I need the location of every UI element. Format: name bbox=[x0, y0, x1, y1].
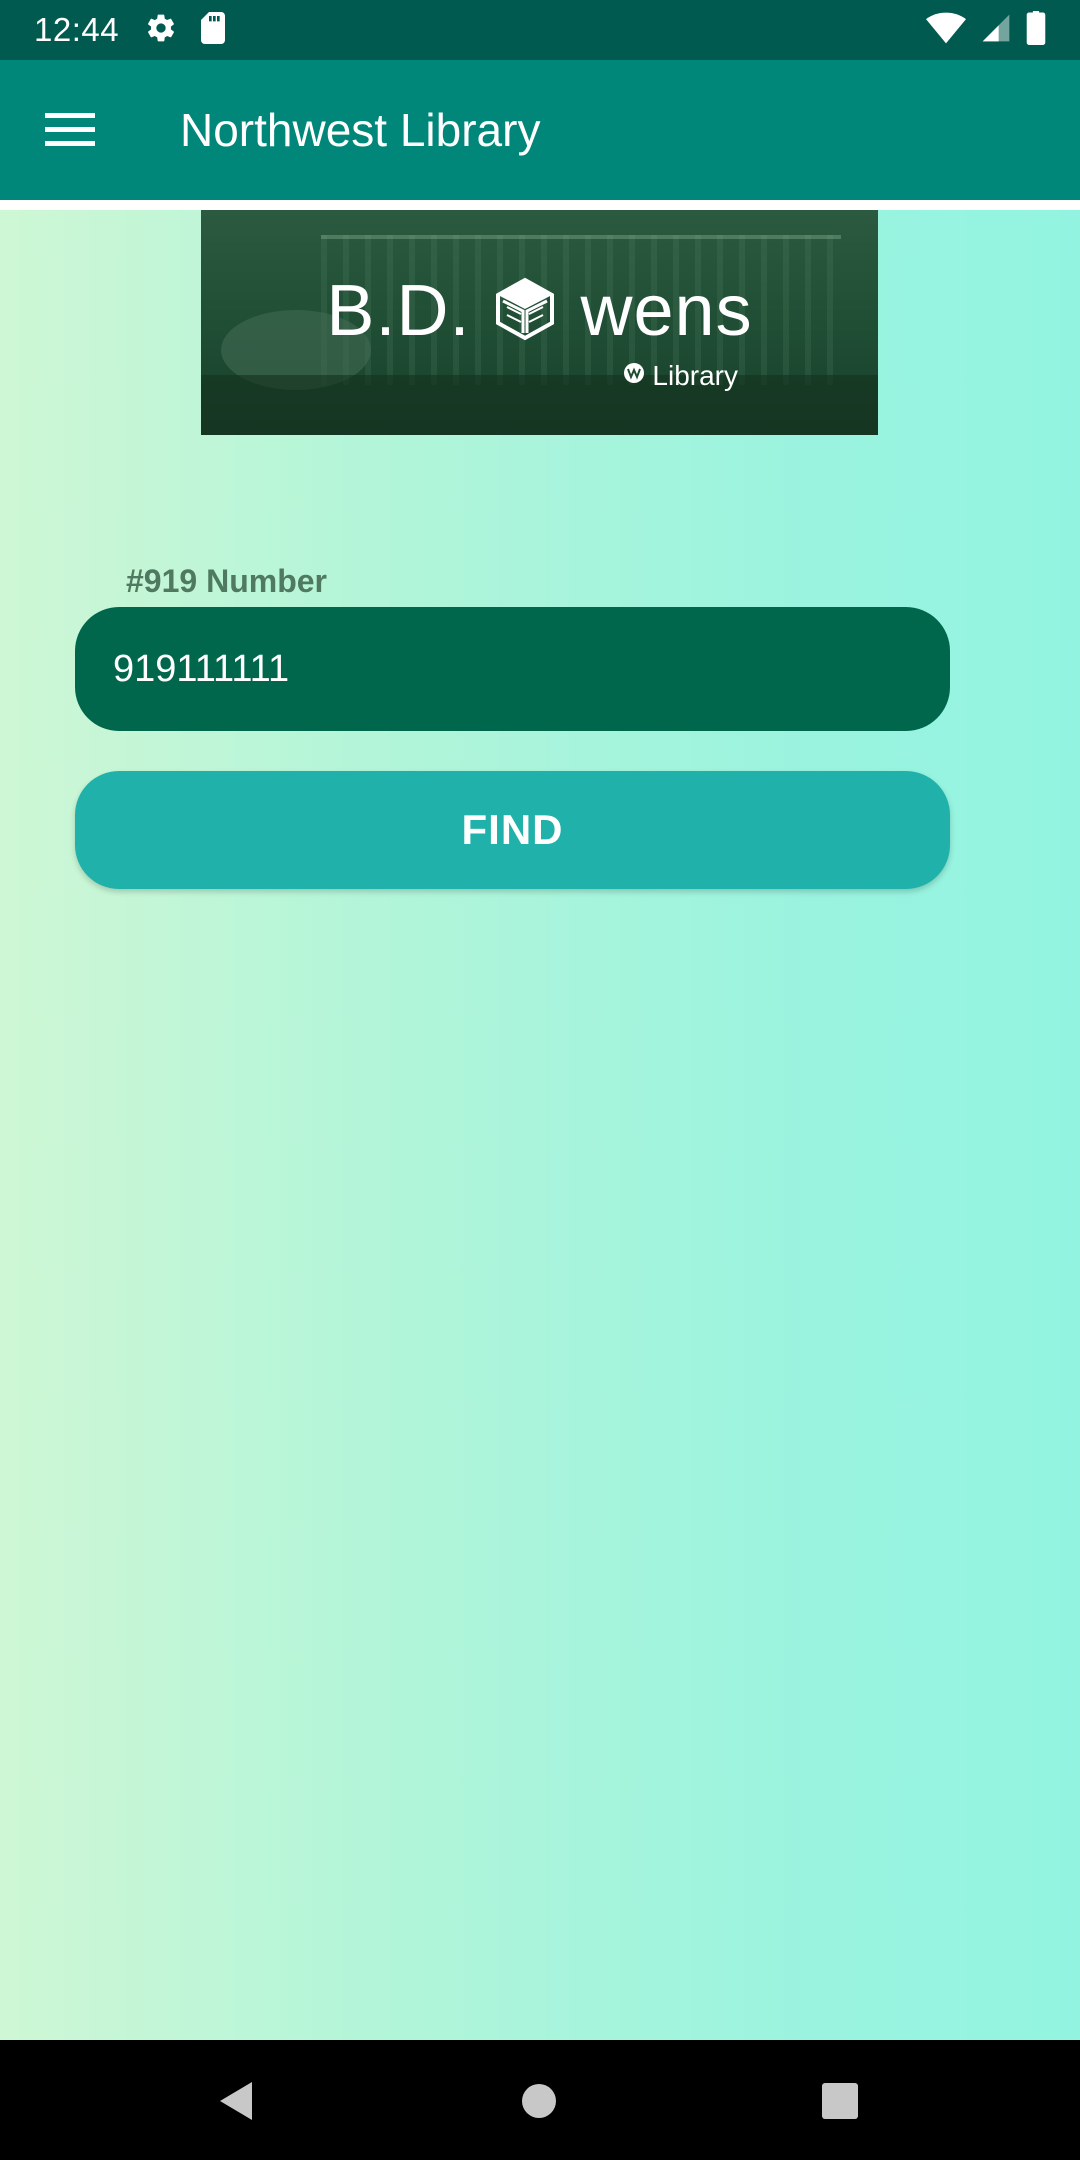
gear-icon bbox=[145, 12, 177, 49]
home-icon[interactable] bbox=[521, 2083, 557, 2124]
banner-subtitle: Library bbox=[622, 360, 738, 392]
hamburger-menu-icon[interactable] bbox=[0, 60, 140, 200]
find-button[interactable]: FIND bbox=[75, 771, 950, 889]
owens-logo-icon bbox=[493, 276, 557, 358]
main-content: B.D. wens Library #919 Number FIND bbox=[0, 210, 1080, 2040]
university-seal-icon bbox=[622, 360, 646, 392]
app-title: Northwest Library bbox=[180, 104, 541, 156]
system-nav-bar bbox=[0, 2040, 1080, 2160]
sd-card-icon bbox=[199, 11, 227, 49]
toolbar-divider bbox=[0, 200, 1080, 210]
banner-title: B.D. wens bbox=[201, 270, 878, 358]
recents-icon[interactable] bbox=[822, 2083, 858, 2124]
signal-icon bbox=[980, 12, 1012, 49]
battery-icon bbox=[1026, 10, 1046, 50]
status-time: 12:44 bbox=[34, 11, 120, 48]
app-bar: Northwest Library bbox=[0, 60, 1080, 200]
back-icon[interactable] bbox=[218, 2080, 254, 2127]
number-input[interactable] bbox=[75, 607, 950, 731]
number-field-label: #919 Number bbox=[126, 563, 327, 599]
status-bar: 12:44 bbox=[0, 0, 1080, 60]
library-banner-image: B.D. wens Library bbox=[201, 210, 878, 435]
wifi-icon bbox=[926, 12, 966, 49]
